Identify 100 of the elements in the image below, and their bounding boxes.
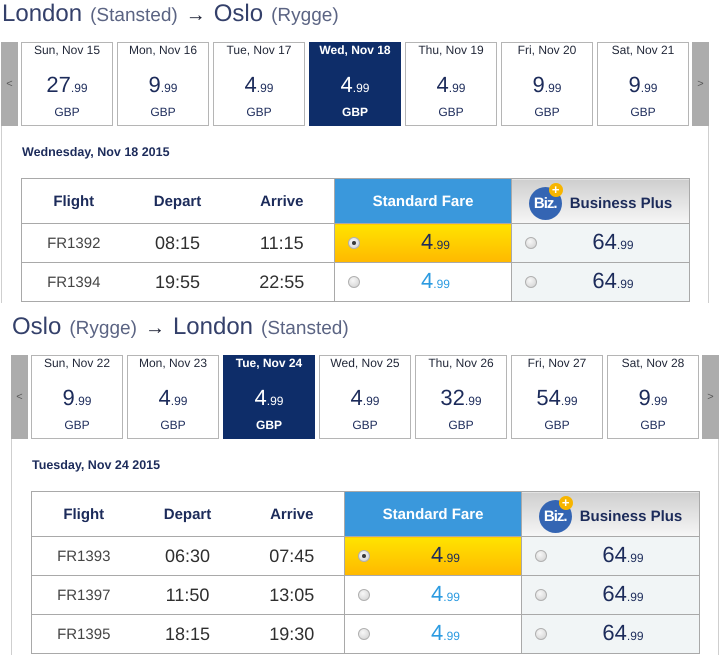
- tab-currency: GBP: [630, 105, 656, 119]
- fare-price: 64.99: [601, 542, 645, 568]
- plus-badge: +: [548, 183, 563, 197]
- date-tab[interactable]: Sun, Nov 22 9.99 GBP: [31, 355, 123, 439]
- flight-number: FR1395: [32, 614, 136, 654]
- date-tab[interactable]: Thu, Nov 19 4.99 GBP: [405, 42, 497, 126]
- route-arrow: →: [186, 3, 206, 28]
- date-tab[interactable]: Tue, Nov 24 4.99 GBP: [223, 355, 315, 439]
- radio-button[interactable]: [535, 589, 547, 601]
- date-tab[interactable]: Wed, Nov 18 4.99 GBP: [309, 42, 401, 126]
- tab-date: Sat, Nov 28: [622, 356, 684, 370]
- column-header: Depart: [126, 178, 230, 224]
- tab-currency: GBP: [246, 105, 272, 119]
- tab-date: Thu, Nov 19: [418, 43, 484, 57]
- flight-number: FR1393: [32, 536, 136, 576]
- date-tab[interactable]: Fri, Nov 20 9.99 GBP: [501, 42, 593, 126]
- tab-price: 4.99: [350, 385, 380, 412]
- radio-button[interactable]: [358, 628, 370, 640]
- depart-time: 11:50: [136, 576, 240, 614]
- radio-button[interactable]: [535, 628, 547, 640]
- radio-button[interactable]: [358, 589, 370, 601]
- tab-price: 54.99: [536, 385, 578, 412]
- date-tab[interactable]: Tue, Nov 17 4.99 GBP: [213, 42, 305, 126]
- destination-airport: (Rygge): [271, 4, 339, 28]
- destination-city: London: [172, 313, 254, 341]
- radio-button[interactable]: [525, 276, 537, 288]
- tab-currency: GBP: [352, 418, 378, 432]
- tab-currency: GBP: [342, 105, 368, 119]
- tab-currency: GBP: [54, 105, 80, 119]
- origin-airport: (Stansted): [90, 4, 178, 28]
- tab-currency: GBP: [256, 418, 282, 432]
- depart-time: 08:15: [126, 224, 230, 262]
- tab-date: Tue, Nov 17: [226, 43, 292, 57]
- tab-currency: GBP: [438, 105, 464, 119]
- tab-date: Tue, Nov 24: [236, 356, 302, 370]
- tab-date: Sun, Nov 22: [44, 356, 110, 370]
- tab-price: 4.99: [254, 385, 284, 412]
- tab-price: 4.99: [436, 72, 466, 99]
- depart-time: 19:55: [126, 262, 230, 302]
- tab-date: Sun, Nov 15: [34, 43, 100, 57]
- tab-currency: GBP: [160, 418, 186, 432]
- radio-button[interactable]: [348, 237, 360, 249]
- tab-price: 32.99: [440, 385, 482, 412]
- radio-button[interactable]: [358, 550, 370, 562]
- tab-currency: GBP: [544, 418, 570, 432]
- column-header: Standard Fare: [334, 178, 512, 224]
- tab-date: Fri, Nov 20: [518, 43, 576, 57]
- tab-date: Thu, Nov 26: [428, 356, 494, 370]
- tab-price: 9.99: [628, 72, 658, 99]
- tab-price: 4.99: [244, 72, 274, 99]
- tab-date: Wed, Nov 25: [330, 356, 400, 370]
- date-tab[interactable]: Thu, Nov 26 32.99 GBP: [415, 355, 507, 439]
- depart-time: 06:30: [136, 536, 240, 576]
- fare-price: 4.99: [430, 580, 461, 608]
- destination-airport: (Stansted): [261, 317, 349, 341]
- date-tab[interactable]: Sat, Nov 21 9.99 GBP: [597, 42, 689, 126]
- date-tab[interactable]: Wed, Nov 25 4.99 GBP: [319, 355, 411, 439]
- fare-price: 64.99: [591, 228, 635, 256]
- origin-city: London: [2, 0, 82, 28]
- tab-currency: GBP: [448, 418, 474, 432]
- depart-time: 18:15: [136, 614, 240, 654]
- date-tab[interactable]: Sun, Nov 15 27.99 GBP: [21, 42, 113, 126]
- date-heading: Wednesday, Nov 18 2015: [22, 144, 171, 161]
- fare-price: 4.99: [430, 542, 461, 568]
- fare-price: 64.99: [601, 580, 645, 608]
- tab-date: Fri, Nov 27: [528, 356, 586, 370]
- fare-price: 4.99: [420, 268, 451, 294]
- tab-price: 9.99: [148, 72, 178, 99]
- column-header: Flight: [22, 178, 126, 224]
- tab-price: 9.99: [62, 385, 92, 412]
- origin-city: Oslo: [12, 313, 62, 341]
- date-tab[interactable]: Sat, Nov 28 9.99 GBP: [607, 355, 699, 439]
- flight-number: FR1392: [22, 224, 126, 262]
- column-label: Business Plus: [570, 195, 672, 212]
- column-header: Standard Fare: [344, 492, 522, 536]
- tab-date: Wed, Nov 18: [319, 43, 391, 57]
- fare-price: 4.99: [420, 228, 451, 256]
- fare-price: 4.99: [430, 620, 461, 646]
- fare-price: 64.99: [601, 620, 645, 646]
- flight-number: FR1397: [32, 576, 136, 614]
- plus-badge: +: [558, 496, 573, 510]
- date-tab[interactable]: Fri, Nov 27 54.99 GBP: [511, 355, 603, 439]
- tab-currency: GBP: [640, 418, 666, 432]
- fare-price: 64.99: [591, 268, 635, 294]
- date-heading: Tuesday, Nov 24 2015: [32, 457, 162, 474]
- tab-price: 4.99: [340, 72, 370, 99]
- destination-city: Oslo: [214, 0, 264, 28]
- radio-button[interactable]: [525, 237, 537, 249]
- tab-price: 9.99: [532, 72, 562, 99]
- radio-button[interactable]: [348, 276, 360, 288]
- tab-price: 27.99: [46, 72, 88, 99]
- tab-currency: GBP: [534, 105, 560, 119]
- date-tab[interactable]: Mon, Nov 23 4.99 GBP: [127, 355, 219, 439]
- radio-button[interactable]: [535, 550, 547, 562]
- column-label: Business Plus: [580, 508, 682, 525]
- tab-price: 9.99: [638, 385, 668, 412]
- date-tab[interactable]: Mon, Nov 16 9.99 GBP: [117, 42, 209, 126]
- tab-currency: GBP: [64, 418, 90, 432]
- tab-date: Mon, Nov 16: [128, 43, 198, 57]
- column-header: Flight: [32, 492, 136, 536]
